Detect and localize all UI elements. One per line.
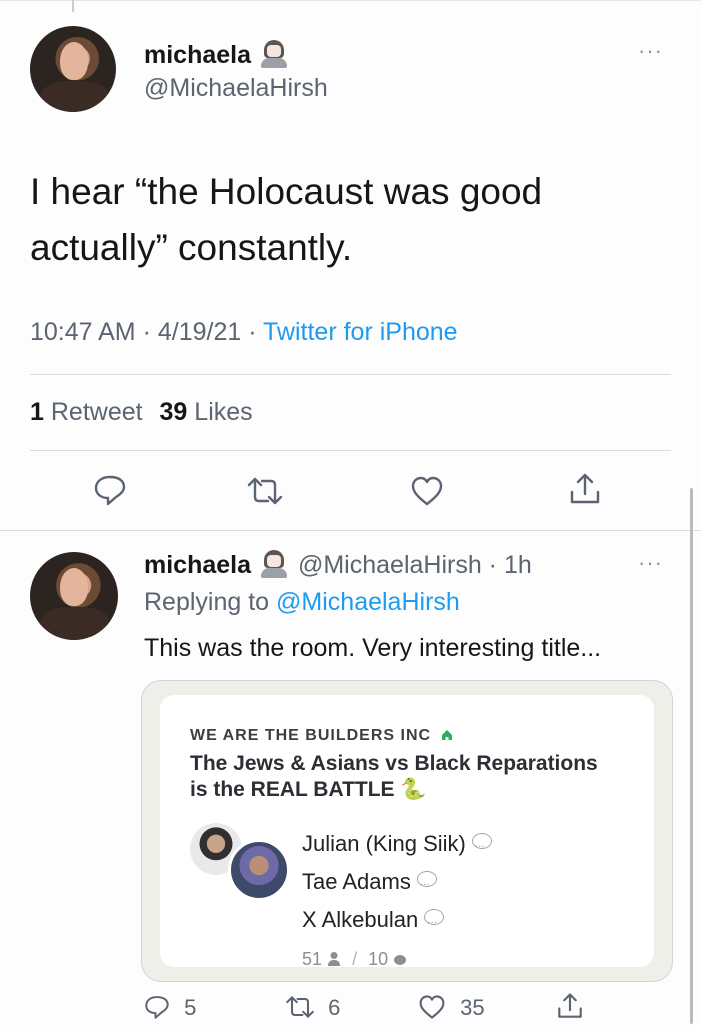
tweet-author[interactable]: michaela — [144, 40, 289, 74]
like-count: 35 — [460, 995, 485, 1020]
tweet-timestamp: 10:47 AM · 4/19/21 · Twitter for iPhone — [30, 318, 458, 347]
reply-action-reply[interactable]: 5 — [144, 994, 196, 1026]
retweet-count: 6 — [328, 995, 341, 1020]
scrollbar[interactable] — [690, 488, 693, 1024]
avatar[interactable] — [30, 26, 116, 112]
listener-count: 51 — [302, 949, 323, 969]
source-link[interactable]: Twitter for iPhone — [263, 318, 458, 346]
room-card: WE ARE THE BUILDERS INC The Jews & Asian… — [160, 695, 654, 969]
like-icon[interactable] — [418, 994, 446, 1026]
speaker-name-row: X Alkebulan — [302, 901, 492, 942]
speaker-list: Julian (King Siik) Tae Adams X Alkebulan — [302, 825, 492, 942]
speaker-count: 10 — [368, 949, 389, 969]
reply-icon[interactable] — [93, 474, 127, 506]
speaker-name: X Alkebulan — [302, 907, 419, 932]
reply-action-retweet[interactable]: 6 — [284, 994, 340, 1026]
share-icon[interactable] — [568, 472, 602, 506]
tweet-text-line: I hear “the Holocaust was good — [30, 171, 543, 212]
tweet-text: I hear “the Holocaust was good actually”… — [30, 164, 542, 276]
chat-icon — [393, 951, 407, 972]
share-icon[interactable] — [556, 992, 584, 1025]
top-connector — [72, 0, 74, 12]
timestamp-text[interactable]: 10:47 AM · 4/19/21 · — [30, 318, 263, 346]
display-name[interactable]: michaela — [144, 41, 251, 69]
divider — [30, 450, 671, 451]
person-icon — [327, 951, 341, 972]
like-icon[interactable] — [410, 475, 444, 507]
tweet-text-line: actually” constantly. — [30, 227, 353, 268]
count-separator: / — [352, 949, 358, 969]
speaker-name-row: Tae Adams — [302, 863, 492, 904]
replying-handle-link[interactable]: @MichaelaHirsh — [276, 588, 460, 616]
retweet-stat[interactable]: 1 Retweet — [30, 398, 143, 426]
reply-action-like[interactable]: 35 — [418, 994, 485, 1026]
room-title: The Jews & Asians vs Black Reparations i… — [190, 751, 598, 803]
person-emoji-icon — [259, 40, 289, 68]
speaker-name: Julian (King Siik) — [302, 831, 466, 856]
engagement-stats: 1 Retweet 39 Likes — [30, 398, 253, 427]
speaker-name-row: Julian (King Siik) — [302, 825, 492, 866]
reply-display-name[interactable]: michaela — [144, 551, 251, 579]
home-icon — [441, 728, 453, 746]
room-title-line: is the REAL BATTLE — [190, 778, 395, 801]
more-icon[interactable]: ··· — [638, 38, 663, 64]
chat-icon — [416, 866, 437, 904]
person-emoji-icon — [259, 550, 289, 578]
reply-count: 5 — [184, 995, 197, 1020]
retweet-icon[interactable] — [245, 476, 285, 506]
retweet-icon[interactable] — [284, 994, 316, 1026]
speaker-name: Tae Adams — [302, 869, 411, 894]
room-counts: 51 / 10 — [302, 949, 407, 972]
reply-handle[interactable]: @MichaelaHirsh — [298, 551, 482, 579]
snake-emoji: 🐍 — [400, 778, 427, 801]
speaker-avatar — [228, 839, 290, 901]
reply-icon[interactable] — [144, 994, 170, 1026]
reply-author[interactable]: michaela @MichaelaHirsh · 1h — [144, 550, 532, 580]
chat-icon — [424, 904, 445, 942]
more-icon[interactable]: ··· — [638, 550, 663, 576]
user-handle[interactable]: @MichaelaHirsh — [144, 74, 328, 103]
room-image-card[interactable]: WE ARE THE BUILDERS INC The Jews & Asian… — [141, 680, 673, 982]
replying-to: Replying to @MichaelaHirsh — [144, 588, 460, 616]
chat-icon — [471, 828, 492, 866]
reply-age: · 1h — [481, 551, 532, 579]
room-title-line: The Jews & Asians vs Black Reparations — [190, 752, 598, 775]
divider — [0, 530, 701, 531]
club-name-row: WE ARE THE BUILDERS INC — [190, 727, 453, 746]
club-name: WE ARE THE BUILDERS INC — [190, 727, 432, 744]
reply-text: This was the room. Very interesting titl… — [144, 634, 602, 662]
divider — [30, 374, 671, 375]
top-divider — [0, 0, 701, 1]
likes-stat[interactable]: 39 Likes — [160, 398, 253, 426]
reply-avatar[interactable] — [30, 552, 118, 640]
